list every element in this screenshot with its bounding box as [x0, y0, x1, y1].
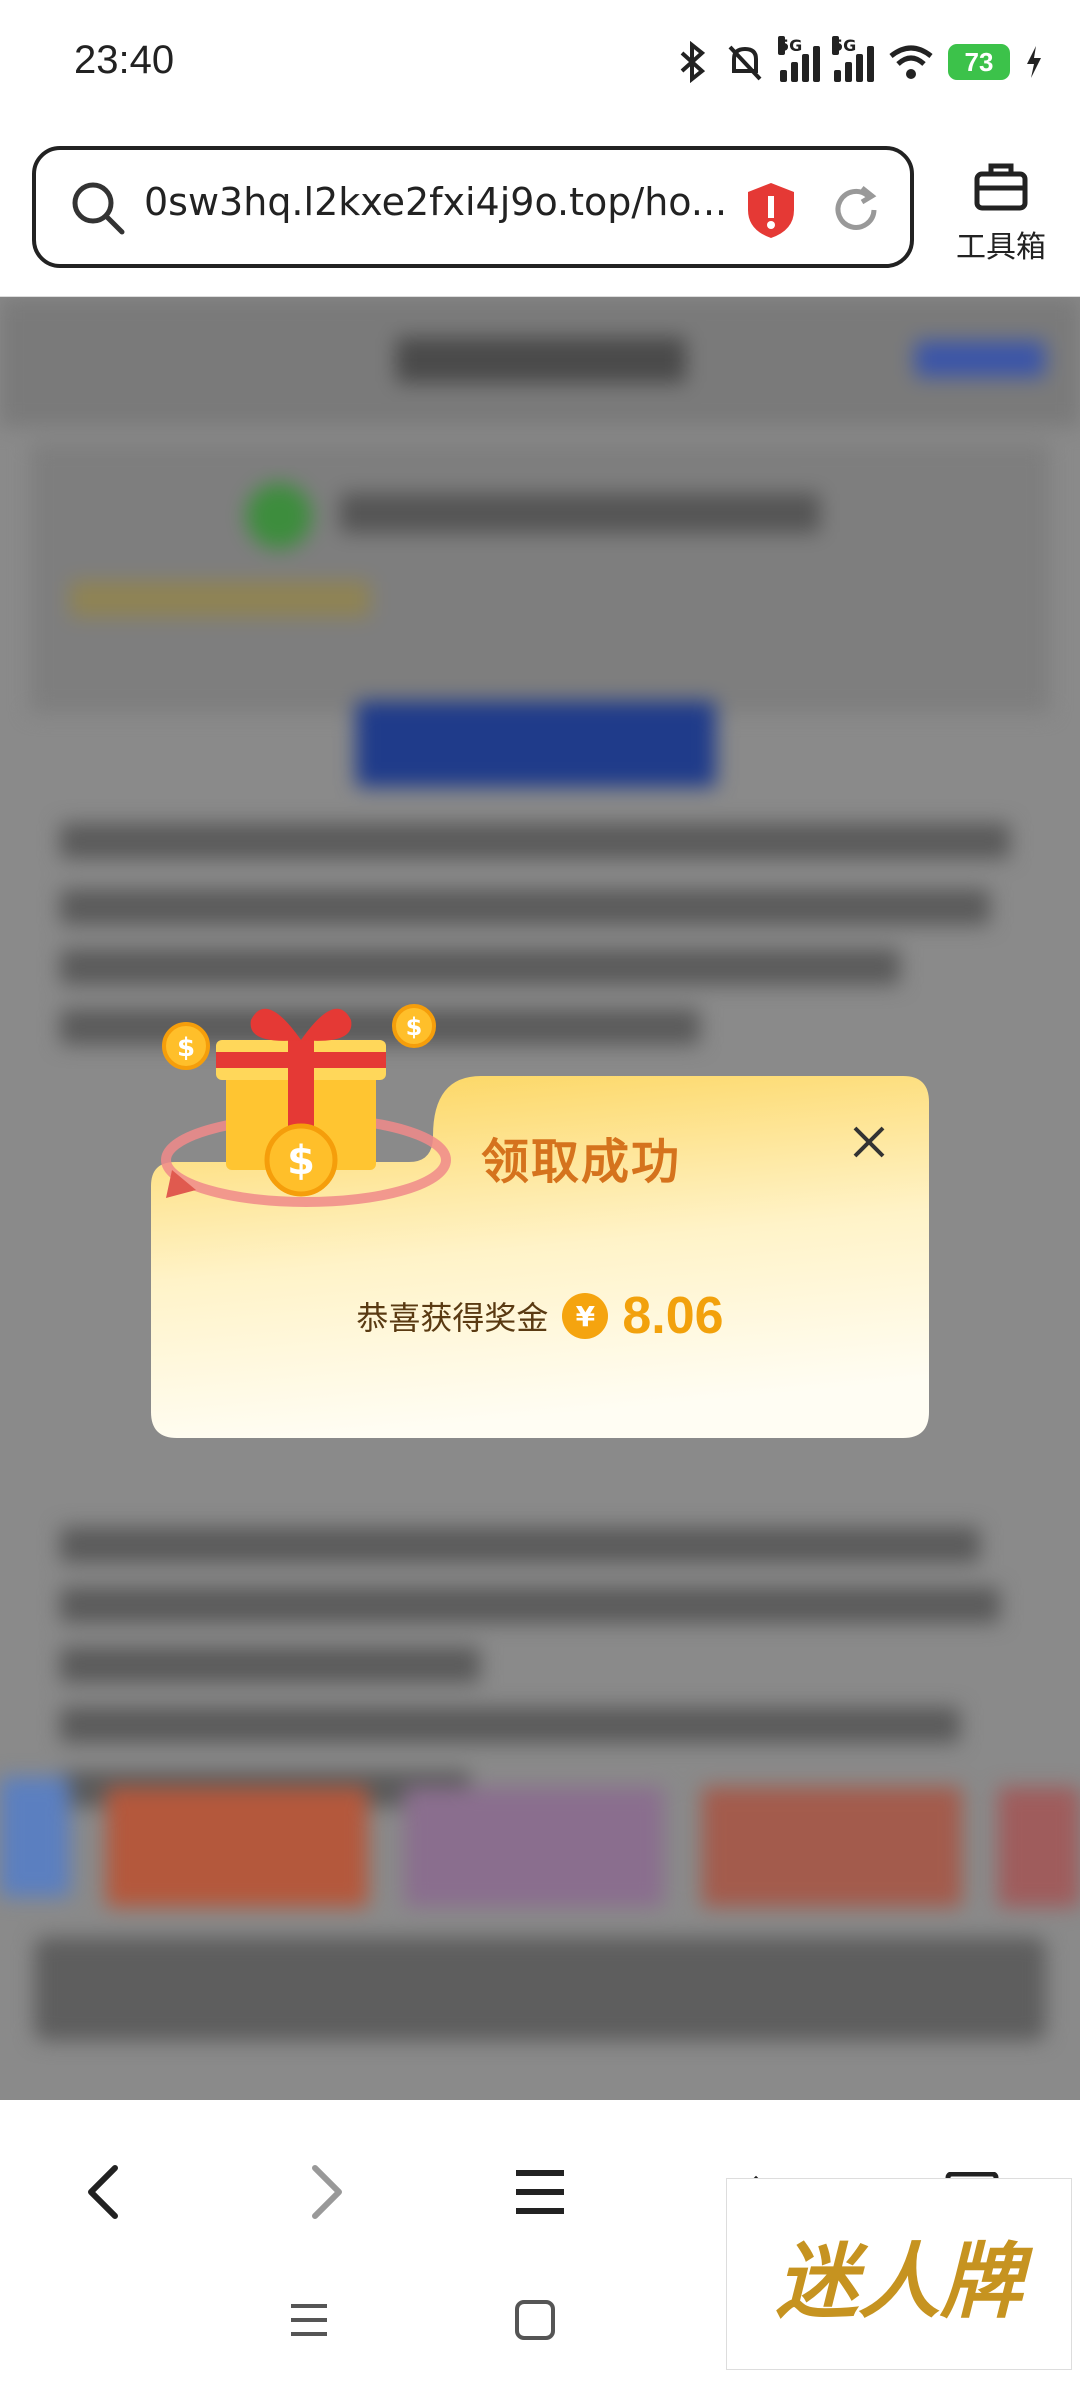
wifi-icon [889, 45, 933, 79]
popup-title: 领取成功 [481, 1134, 682, 1190]
toolbox-icon [974, 163, 1028, 211]
toolbox-label: 工具箱 [956, 230, 1046, 265]
menu-icon [516, 2170, 564, 2214]
signal-icon-1: 5G [778, 36, 820, 82]
bluetooth-icon [680, 41, 706, 83]
security-shield-icon[interactable] [744, 180, 798, 240]
svg-text:$: $ [177, 1033, 195, 1063]
status-time: 23:40 [74, 38, 175, 82]
network-type-label: 5G [778, 36, 803, 55]
battery-level: 73 [948, 44, 1010, 80]
svg-text:$: $ [287, 1138, 315, 1184]
browser-address-bar: 0sw3hq.l2kxe2fxi4j9o.top/ho... 工具箱 [0, 130, 1080, 297]
system-recents-button[interactable] [279, 2290, 339, 2350]
yuan-coin-icon: ¥ [562, 1293, 609, 1339]
close-icon[interactable] [841, 1114, 897, 1170]
prize-row: 恭喜获得奖金 ¥ 8.06 [151, 1286, 929, 1346]
network-type-label: 5G [832, 36, 857, 55]
status-icons: 5G 5G 73 [676, 36, 1044, 88]
back-arrow-icon [88, 2165, 118, 2219]
search-icon [72, 182, 125, 235]
prize-text: 恭喜获得奖金 [356, 1299, 549, 1337]
url-field[interactable]: 0sw3hq.l2kxe2fxi4j9o.top/ho... [32, 146, 914, 268]
forward-arrow-icon [312, 2165, 342, 2219]
reload-icon[interactable] [828, 182, 884, 238]
status-bar: 23:40 5G 5G 73 [0, 0, 1080, 130]
prize-amount: 8.06 [622, 1287, 724, 1345]
square-home-icon [515, 2300, 555, 2340]
svg-text:$: $ [406, 1013, 423, 1041]
back-button[interactable] [64, 2152, 144, 2232]
recents-icon [291, 2304, 327, 2336]
watermark-logo: 迷人牌 [726, 2178, 1072, 2370]
url-text[interactable]: 0sw3hq.l2kxe2fxi4j9o.top/ho... [144, 180, 727, 224]
system-home-button[interactable] [505, 2290, 565, 2350]
toolbox-button[interactable]: 工具箱 [946, 160, 1056, 266]
watermark-text: 迷人牌 [776, 2233, 1022, 2330]
charging-icon [1027, 46, 1041, 78]
mute-bell-icon [728, 45, 762, 81]
menu-button[interactable] [500, 2152, 580, 2232]
gift-box-icon: $ $ $ [161, 1004, 451, 1207]
signal-icon-2: 5G [832, 36, 874, 82]
forward-button[interactable] [286, 2152, 366, 2232]
